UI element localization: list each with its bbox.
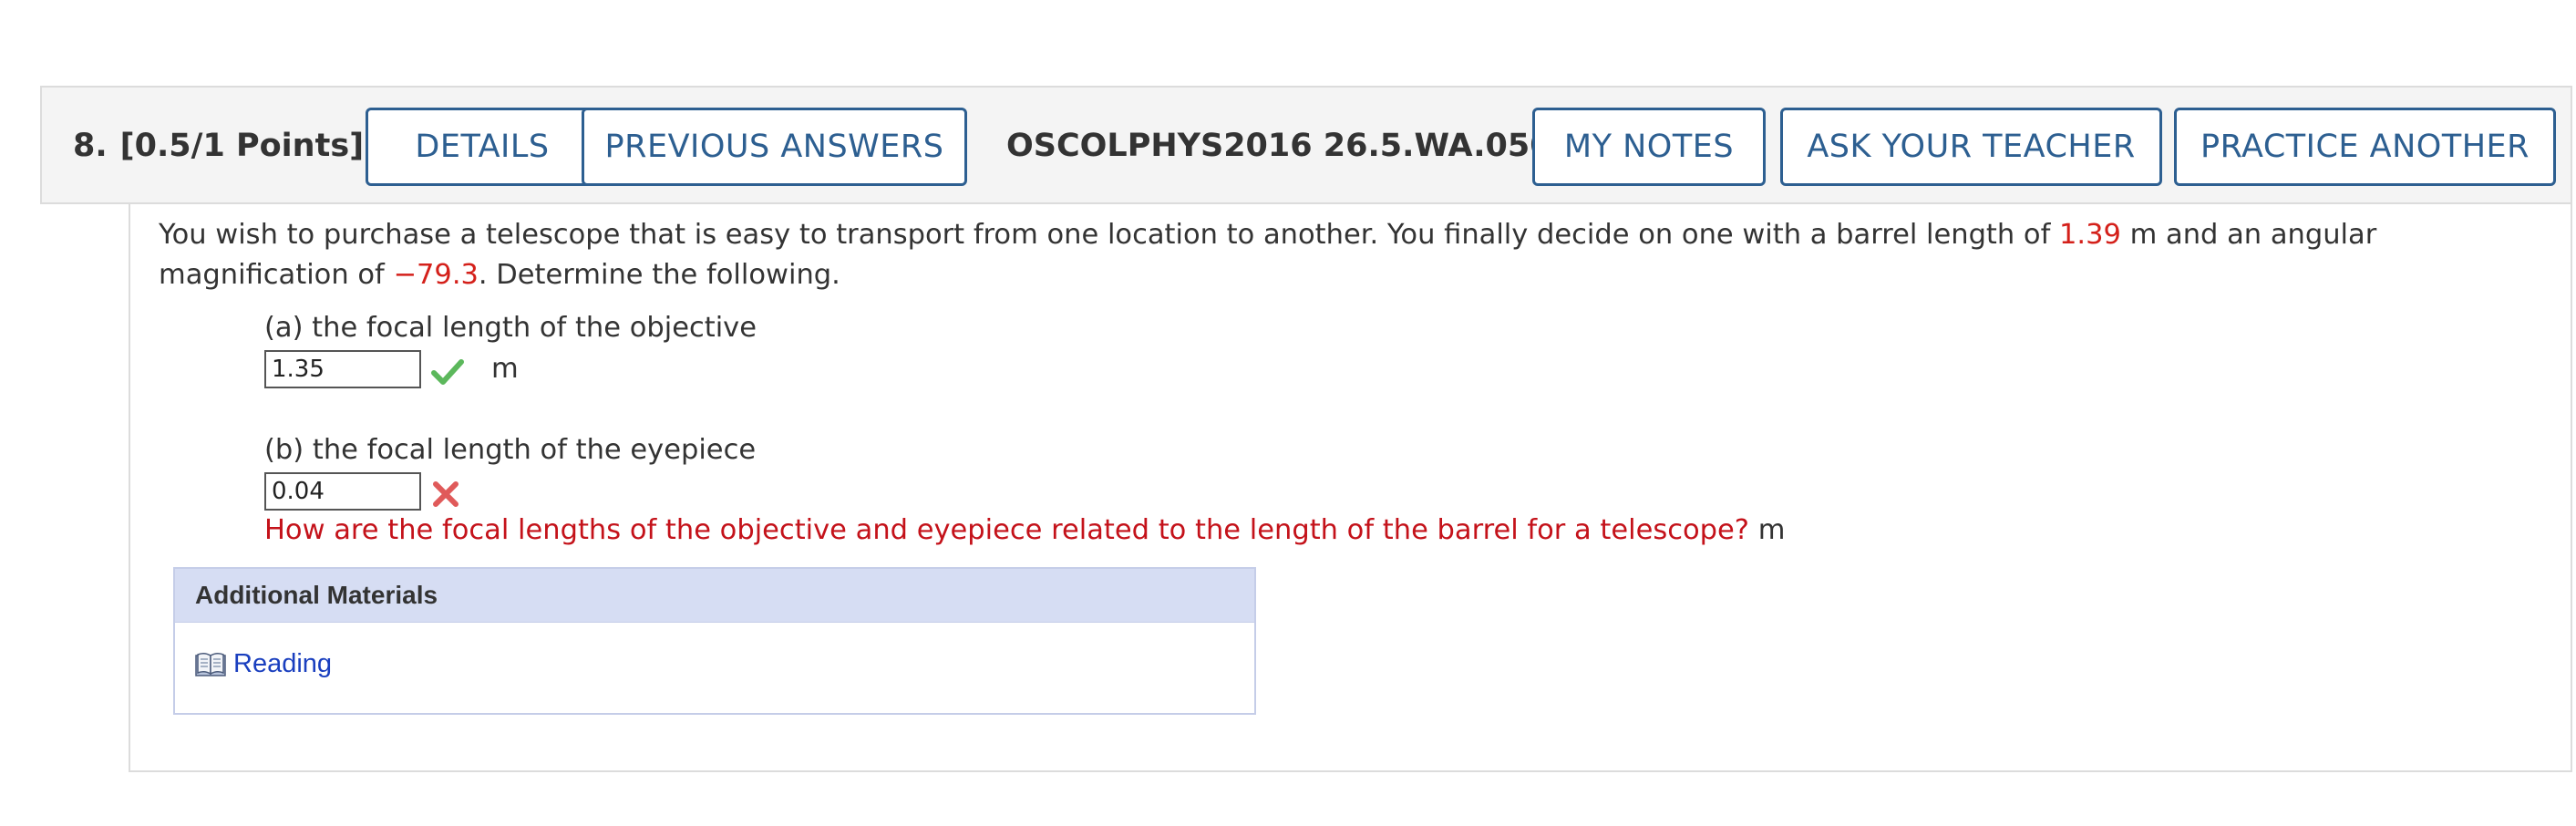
practice-another-button[interactable]: PRACTICE ANOTHER — [2174, 108, 2556, 186]
question-number-points: 8. [0.5/1 Points] — [73, 88, 364, 206]
x-icon — [433, 481, 459, 507]
additional-materials-title: Additional Materials — [175, 569, 1254, 623]
part-a-answer-input[interactable] — [264, 350, 421, 388]
question-text: You wish to purchase a telescope that is… — [159, 215, 2547, 295]
part-b-answer-input[interactable] — [264, 472, 421, 511]
reading-link-label: Reading — [233, 649, 333, 678]
reading-link[interactable]: Reading — [195, 649, 332, 679]
additional-materials-panel: Additional Materials Reading — [173, 567, 1256, 715]
previous-answers-button[interactable]: PREVIOUS ANSWERS — [582, 108, 967, 186]
ask-your-teacher-button[interactable]: ASK YOUR TEACHER — [1780, 108, 2162, 186]
question-text-part-3: . Determine the following. — [478, 259, 840, 291]
question-header: 8. [0.5/1 Points] DETAILS PREVIOUS ANSWER… — [40, 86, 2572, 204]
question-text-part-1: You wish to purchase a telescope that is… — [159, 219, 2060, 251]
barrel-length-value: 1.39 — [2059, 219, 2121, 251]
my-notes-button[interactable]: MY NOTES — [1532, 108, 1766, 186]
question-number: 8. — [73, 128, 108, 164]
book-icon — [195, 652, 226, 676]
assignment-id: OSCOLPHYS2016 26.5.WA.050. — [1006, 128, 1564, 164]
details-button[interactable]: DETAILS — [366, 108, 599, 186]
question-body: You wish to purchase a telescope that is… — [129, 204, 2572, 772]
part-b-label: (b) the focal length of the eyepiece — [264, 434, 757, 466]
part-a-label: (a) the focal length of the objective — [264, 312, 757, 344]
part-b-unit: m — [1757, 514, 1786, 546]
part-a-unit: m — [491, 353, 519, 385]
hint-text: How are the focal lengths of the objecti… — [264, 514, 1749, 546]
magnification-value: −79.3 — [393, 259, 479, 291]
part-b-hint: How are the focal lengths of the objecti… — [264, 514, 1785, 546]
check-icon — [431, 359, 464, 385]
points-score: [0.5/1 Points] — [119, 128, 365, 164]
